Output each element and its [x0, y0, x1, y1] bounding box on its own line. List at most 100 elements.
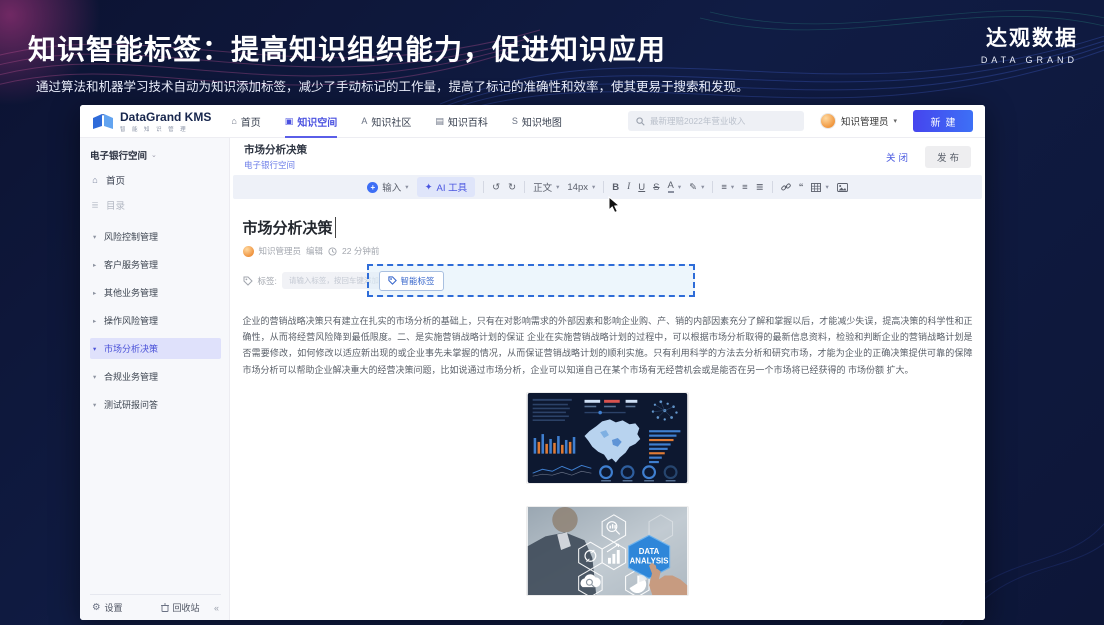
sparkle-icon: ✦ — [425, 182, 433, 193]
space-switcher[interactable]: 电子银行空间 ⌄ — [90, 148, 221, 162]
collapse-sidebar-icon[interactable]: « — [214, 603, 219, 613]
sidebar-item-toc[interactable]: ≣ 目录 — [90, 198, 221, 212]
font-size-dropdown[interactable]: 14px ▾ — [567, 182, 595, 193]
nav-home[interactable]: ⌂ 首页 — [231, 105, 260, 138]
insert-label: 输入 — [382, 180, 401, 194]
app-logo-text: DataGrand KMS 智 能 知 识 管 理 — [120, 110, 211, 133]
doc-header-title: 市场分析决策 — [244, 142, 307, 157]
gear-icon: ⚙ — [92, 602, 101, 613]
tree-item-research-qa[interactable]: ▾ 测试研报问答 — [90, 394, 221, 415]
close-button[interactable]: 关闭 — [886, 150, 911, 164]
user-menu[interactable]: 知识管理员 ▾ — [820, 113, 897, 129]
brand-name-cn: 达观数据 — [981, 22, 1078, 52]
paragraph-style-label: 正文 — [533, 180, 552, 194]
tree-item-operation-risk[interactable]: ▸ 操作风险管理 — [90, 310, 221, 331]
undo-icon[interactable]: ↺ — [492, 182, 500, 193]
ai-tools-label: AI 工具 — [437, 180, 468, 194]
italic-icon[interactable]: I — [627, 182, 630, 192]
nav-knowledge-map[interactable]: S 知识地图 — [512, 105, 562, 138]
search-input[interactable]: 最新理赔2022年营业收入 — [628, 111, 804, 131]
wiki-icon: ▤ — [435, 116, 444, 127]
page-title: 知识智能标签：提高知识组织能力，促进知识应用 — [28, 28, 666, 68]
redo-icon[interactable]: ↻ — [508, 182, 516, 193]
underline-icon[interactable]: U — [638, 182, 645, 193]
tree-item-customer-service[interactable]: ▸ 客户服务管理 — [90, 254, 221, 275]
highlight-color-dropdown[interactable]: ✎ ▾ — [689, 182, 704, 193]
chevron-down-icon: ▾ — [405, 183, 408, 191]
kms-app-window: DataGrand KMS 智 能 知 识 管 理 ⌂ 首页 ▣ 知识空间 A … — [80, 105, 985, 620]
breadcrumb[interactable]: 电子银行空间 — [244, 159, 307, 171]
home-icon: ⌂ — [90, 175, 100, 185]
smart-tag-button[interactable]: 智能标签 — [379, 271, 444, 291]
table-dropdown[interactable]: ▾ — [811, 183, 828, 192]
sidebar-home-label: 首页 — [106, 173, 125, 187]
user-name: 知识管理员 — [841, 114, 889, 128]
nav-knowledge-wiki[interactable]: ▤ 知识百科 — [435, 105, 488, 138]
document-canvas[interactable]: 市场分析决策 知识管理员 编辑 22 分钟前 — [230, 199, 985, 620]
nav-knowledge-community[interactable]: A 知识社区 — [361, 105, 411, 138]
trash-icon — [161, 603, 169, 612]
nav-knowledge-space[interactable]: ▣ 知识空间 — [285, 105, 338, 138]
doc-header-actions: 关闭 发布 — [886, 146, 971, 168]
settings-button[interactable]: ⚙ 设置 — [92, 601, 123, 614]
nav-wiki-label: 知识百科 — [448, 114, 488, 129]
unordered-list-icon[interactable]: ≣ — [756, 182, 764, 193]
font-size-label: 14px — [567, 182, 588, 193]
app-logo[interactable]: DataGrand KMS 智 能 知 识 管 理 — [92, 110, 211, 133]
new-document-button[interactable]: 新建 — [913, 110, 973, 132]
paragraph-style-dropdown[interactable]: 正文 ▾ — [533, 180, 559, 194]
dashboard-image[interactable] — [526, 392, 689, 484]
tree-arrow-icon: ▾ — [93, 401, 104, 409]
document-title[interactable]: 市场分析决策 — [243, 217, 336, 238]
document-byline: 知识管理员 编辑 22 分钟前 — [243, 245, 973, 257]
tree-item-compliance[interactable]: ▾ 合规业务管理 — [90, 366, 221, 387]
community-icon: A — [361, 116, 367, 126]
quote-icon[interactable]: “ — [799, 182, 804, 193]
svg-text:ANALYSIS: ANALYSIS — [630, 556, 669, 565]
tree-item-other-business[interactable]: ▸ 其他业务管理 — [90, 282, 221, 303]
app-header: DataGrand KMS 智 能 知 识 管 理 ⌂ 首页 ▣ 知识空间 A … — [80, 105, 985, 138]
chevron-down-icon: ▾ — [825, 183, 828, 191]
doc-header-left: 市场分析决策 电子银行空间 — [244, 142, 307, 171]
app-body: 电子银行空间 ⌄ ⌂ 首页 ≣ 目录 ▾ 风险控制管理 — [80, 138, 985, 620]
tree-item-risk-control[interactable]: ▾ 风险控制管理 — [90, 226, 221, 247]
product-tagline: 智 能 知 识 管 理 — [120, 125, 211, 133]
brand-name-en: DATA GRAND — [981, 55, 1078, 65]
svg-text:DATA: DATA — [639, 547, 660, 556]
align-dropdown[interactable]: ≡ ▾ — [721, 182, 734, 193]
tree-arrow-icon: ▸ — [93, 261, 104, 269]
bold-icon[interactable]: B — [612, 182, 619, 193]
map-icon: S — [512, 116, 518, 126]
editor-toolbar: + 输入 ▾ ✦ AI 工具 ↺ ↻ 正文 ▾ — [233, 175, 982, 199]
insert-dropdown[interactable]: + 输入 ▾ — [367, 180, 408, 194]
document-body-text[interactable]: 企业的营销战略决策只有建立在扎实的市场分析的基础上，只有在对影响需求的外部因素和… — [243, 313, 973, 378]
ordered-list-icon[interactable]: ≡ — [742, 182, 748, 193]
sidebar-tree: ▾ 风险控制管理 ▸ 客户服务管理 ▸ 其他业务管理 ▸ 操作风险管理 — [90, 226, 221, 422]
top-nav: ⌂ 首页 ▣ 知识空间 A 知识社区 ▤ 知识百科 S 知识地图 — [231, 105, 562, 138]
tree-item-label: 测试研报问答 — [104, 398, 158, 411]
font-color-dropdown[interactable]: A ▾ — [668, 181, 682, 194]
toolbar-divider — [712, 181, 713, 193]
brand-logo: 达观数据 DATA GRAND — [981, 22, 1078, 65]
tree-arrow-icon: ▸ — [93, 317, 104, 325]
ai-tools-button[interactable]: ✦ AI 工具 — [417, 177, 476, 197]
recycle-bin-button[interactable]: 回收站 — [161, 601, 200, 614]
doc-header: 市场分析决策 电子银行空间 关闭 发布 — [230, 138, 985, 175]
clock-icon — [328, 247, 337, 256]
data-analysis-image[interactable]: DATA ANALYSIS — [526, 506, 689, 596]
sidebar-item-home[interactable]: ⌂ 首页 — [90, 173, 221, 187]
font-color-icon: A — [668, 181, 674, 194]
slide: 知识智能标签：提高知识组织能力，促进知识应用 通过算法和机器学习技术自动为知识添… — [0, 0, 1104, 625]
page-subtitle: 通过算法和机器学习技术自动为知识添加标签，减少了手动标记的工作量，提高了标记的准… — [36, 76, 749, 95]
chevron-down-icon: ▾ — [893, 117, 897, 125]
sidebar-footer: ⚙ 设置 回收站 « — [90, 594, 221, 620]
tag-label: 标签: — [258, 275, 277, 287]
strikethrough-icon[interactable]: S — [653, 182, 659, 193]
nav-home-label: 首页 — [241, 114, 261, 129]
image-icon[interactable] — [837, 183, 848, 192]
tree-arrow-icon: ▸ — [93, 289, 104, 297]
publish-button[interactable]: 发布 — [925, 146, 971, 168]
link-icon[interactable] — [781, 182, 791, 192]
tree-item-label: 合规业务管理 — [104, 370, 158, 383]
tree-item-market-analysis-selected[interactable]: ▾ 市场分析决策 — [90, 338, 221, 359]
